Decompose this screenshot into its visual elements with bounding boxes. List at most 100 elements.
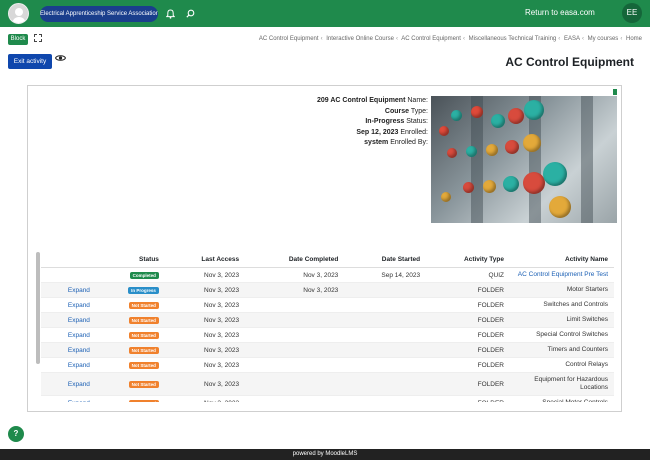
indicator-light-shape — [543, 162, 567, 186]
top-navbar: Electrical Apprenticeship Service Associ… — [0, 0, 650, 27]
avatar-body-shape — [12, 17, 26, 23]
course-enrolled-line: Sep 12, 2023 Enrolled: — [280, 128, 428, 139]
header-activity-name[interactable]: Activity Name — [510, 252, 614, 268]
activity-table: Status Last Access Date Completed Date S… — [41, 252, 614, 402]
indicator-light-shape — [447, 148, 457, 158]
header-status[interactable]: Status — [95, 252, 165, 268]
breadcrumb-item-interactive-course[interactable]: Interactive Online Course — [326, 36, 394, 42]
date-started-cell — [344, 342, 427, 358]
eye-icon[interactable] — [54, 54, 67, 65]
header-date-completed[interactable]: Date Completed — [245, 252, 345, 268]
table-header-row: Status Last Access Date Completed Date S… — [41, 252, 614, 268]
site-home-button[interactable]: EE — [622, 3, 642, 23]
course-image — [431, 96, 617, 223]
table-row: Expand Not Started Nov 3, 2023 FOLDERSpecia… — [41, 327, 614, 343]
breadcrumb-item-my-courses[interactable]: My courses — [588, 36, 619, 42]
action-link[interactable]: Expand — [41, 297, 96, 313]
date-completed-cell — [245, 372, 345, 396]
header-activity-type[interactable]: Activity Type — [426, 252, 510, 268]
action-link[interactable] — [41, 267, 96, 283]
action-link[interactable]: Expand — [41, 312, 96, 328]
table-scrollbar[interactable] — [36, 252, 40, 364]
table-row: Expand Not Started Nov 3, 2023 FOLDER Limit … — [41, 312, 614, 328]
course-enrolled-by-label: Enrolled By: — [390, 139, 428, 146]
breadcrumb-item-home[interactable]: Home — [626, 36, 642, 42]
help-button[interactable]: ? — [8, 426, 24, 442]
action-link[interactable]: Expand — [41, 395, 96, 402]
action-link[interactable]: Expand — [41, 372, 96, 396]
course-type-line: Course Type: — [280, 107, 428, 118]
activity-name-cell: Timers and Counters — [510, 342, 614, 358]
header-date-started[interactable]: Date Started — [344, 252, 427, 268]
table-row: Expand Not Started Nov 3, 2023 FOLDER Contro… — [41, 357, 614, 373]
status-cell: Not Started — [95, 342, 165, 358]
last-access-cell: Nov 3, 2023 — [164, 395, 246, 402]
table-row: Expand In Progress Nov 3, 2023 Nov 3, 2023 F… — [41, 282, 614, 298]
bell-icon[interactable] — [165, 9, 176, 21]
panel-accent-marker — [613, 89, 617, 95]
breadcrumb-item-course[interactable]: AC Control Equipment — [401, 36, 461, 42]
activity-name-cell: Equipment for Hazardous Locations — [510, 372, 614, 396]
table-row: Expand Not Started Nov 3, 2023 FOLDERSpecia… — [41, 395, 614, 402]
course-name-label: Name: — [407, 97, 428, 104]
status-badge: Not Started — [128, 399, 159, 402]
activity-type-cell: FOLDER — [426, 395, 510, 402]
last-access-cell: Nov 3, 2023 — [164, 372, 246, 396]
expand-icon[interactable] — [34, 34, 42, 44]
block-drawer-button[interactable]: Block — [8, 34, 28, 45]
user-avatar[interactable] — [8, 3, 29, 24]
page-title: AC Control Equipment — [505, 55, 634, 69]
search-icon[interactable] — [186, 9, 195, 20]
course-status-line: In-Progress Status: — [280, 117, 428, 128]
breadcrumb-item-activity[interactable]: AC Control Equipment — [259, 36, 319, 42]
indicator-light-shape — [463, 182, 474, 193]
activity-type-cell: FOLDER — [426, 342, 510, 358]
return-link[interactable]: Return to easa.com — [525, 8, 595, 17]
indicator-light-shape — [524, 100, 544, 120]
activity-type-cell: FOLDER — [426, 282, 510, 298]
indicator-light-shape — [549, 196, 571, 218]
course-name-line: 209 AC Control Equipment Name: — [280, 96, 428, 107]
table-row: Expand Not Started Nov 3, 2023 FOLDER Switch… — [41, 297, 614, 313]
status-badge: Not Started — [128, 380, 159, 388]
date-started-cell — [344, 357, 427, 373]
indicator-light-shape — [486, 144, 498, 156]
status-cell: Not Started — [95, 357, 165, 373]
header-last-access[interactable]: Last Access — [164, 252, 246, 268]
action-link[interactable]: Expand — [41, 342, 96, 358]
exit-activity-button[interactable]: Exit activity — [8, 54, 52, 69]
course-info: 209 AC Control Equipment Name: Course Ty… — [280, 96, 428, 149]
indicator-light-shape — [491, 114, 505, 128]
activity-type-cell: FOLDER — [426, 372, 510, 396]
activity-type-cell: FOLDER — [426, 357, 510, 373]
indicator-light-shape — [503, 176, 519, 192]
action-link[interactable]: Expand — [41, 357, 96, 373]
indicator-light-shape — [439, 126, 449, 136]
date-started-cell: Sep 14, 2023 — [344, 267, 427, 283]
date-started-cell — [344, 282, 427, 298]
breadcrumb-item-easa[interactable]: EASA — [564, 36, 580, 42]
date-completed-cell — [245, 395, 345, 402]
footer: powered by MoodleLMS — [0, 449, 650, 460]
breadcrumb-item-category[interactable]: Miscellaneous Technical Training — [469, 36, 557, 42]
activity-type-cell: FOLDER — [426, 297, 510, 313]
action-link[interactable]: Expand — [41, 327, 96, 343]
course-enrolled-by-line: system Enrolled By: — [280, 138, 428, 149]
panel-rack-shape — [581, 96, 593, 223]
activity-name-cell[interactable]: AC Control Equipment Pre Test — [510, 267, 614, 283]
date-completed-cell — [245, 297, 345, 313]
activity-name-cell: Limit Switches — [510, 312, 614, 328]
status-cell: Not Started — [95, 327, 165, 343]
status-badge: Not Started — [128, 346, 159, 354]
action-link[interactable]: Expand — [41, 282, 96, 298]
activity-type-cell: FOLDER — [426, 312, 510, 328]
indicator-light-shape — [523, 134, 541, 152]
activity-table-container[interactable]: Status Last Access Date Completed Date S… — [36, 252, 614, 402]
status-badge: Completed — [129, 271, 159, 279]
activity-name-cell: Control Relays — [510, 357, 614, 373]
indicator-light-shape — [483, 180, 496, 193]
association-button[interactable]: Electrical Apprenticeship Service Associ… — [40, 6, 158, 22]
date-completed-cell: Nov 3, 2023 — [245, 282, 345, 298]
date-started-cell — [344, 327, 427, 343]
activity-name-cell: Switches and Controls — [510, 297, 614, 313]
